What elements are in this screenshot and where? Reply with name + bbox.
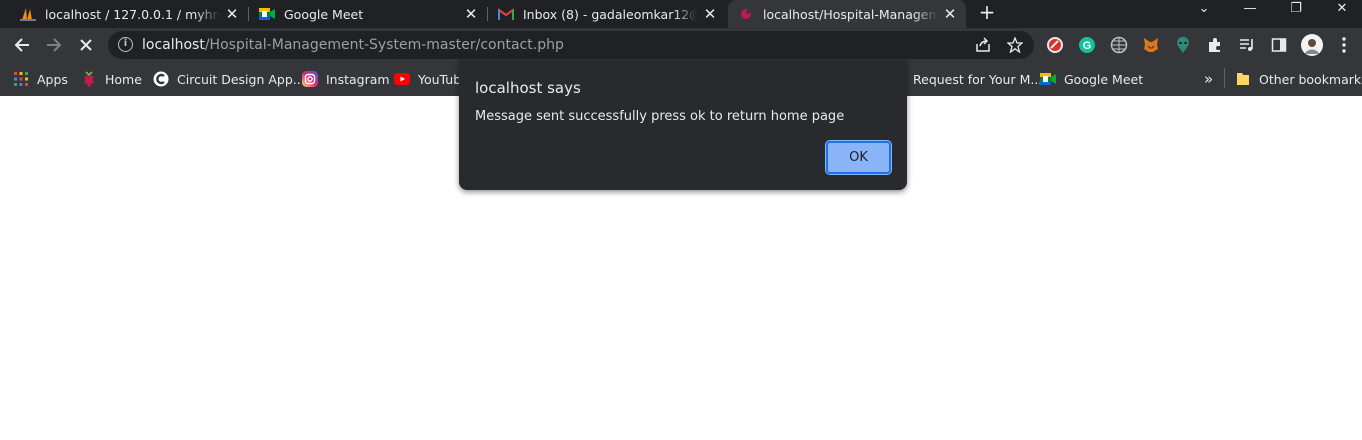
extensions-puzzle-icon[interactable]	[1205, 35, 1225, 55]
bookmark-label: Instagram	[326, 71, 390, 87]
bookmark-home[interactable]: Home	[81, 68, 142, 90]
forward-arrow-icon	[47, 38, 62, 52]
bookmark-instagram[interactable]: Instagram	[302, 68, 390, 90]
alert-dialog: localhost says Message sent successfully…	[459, 60, 907, 190]
back-button[interactable]	[9, 32, 35, 58]
raspberry-icon	[81, 71, 97, 87]
bookmark-google-meet[interactable]: Google Meet	[1040, 68, 1143, 90]
ok-button[interactable]: OK	[825, 140, 892, 175]
media-queue-icon[interactable]	[1237, 35, 1257, 55]
tab-gmail[interactable]: Inbox (8) - gadaleomkar12@gmail.com ✕	[488, 0, 726, 28]
bookmark-label: Request for Your M...	[913, 71, 1043, 87]
bookmark-circuit-design[interactable]: Circuit Design App...	[153, 68, 305, 90]
bookmark-label: Apps	[37, 71, 68, 87]
phpmyadmin-sail-icon	[20, 6, 36, 22]
tab-phpmyadmin[interactable]: localhost / 127.0.0.1 / myhmsdb / ... ✕	[10, 0, 248, 28]
grammarly-icon[interactable]: G	[1077, 35, 1097, 55]
dialog-message: Message sent successfully press ok to re…	[475, 109, 845, 124]
stop-x-icon	[80, 39, 92, 51]
bookmark-star-icon[interactable]	[1007, 37, 1023, 53]
close-tab-icon[interactable]: ✕	[942, 6, 958, 22]
site-info-icon[interactable]: i	[118, 37, 133, 52]
tab-title: Inbox (8) - gadaleomkar12@gmail.com	[523, 6, 698, 22]
bookmark-label: Circuit Design App...	[177, 71, 305, 87]
bookmarks-overflow-button[interactable]: »	[1204, 68, 1213, 90]
bookmark-label: Other bookmarks	[1259, 71, 1362, 87]
back-arrow-icon	[14, 38, 29, 52]
stop-loading-button[interactable]	[73, 32, 99, 58]
close-tab-icon[interactable]: ✕	[463, 6, 479, 22]
google-meet-icon	[259, 6, 275, 22]
restore-button[interactable]: ❐	[1273, 0, 1319, 28]
chrome-menu-icon[interactable]	[1334, 35, 1354, 55]
close-tab-icon[interactable]: ✕	[224, 6, 240, 22]
circuit-c-icon	[153, 71, 169, 87]
profile-avatar[interactable]	[1300, 33, 1324, 57]
close-window-button[interactable]: ✕	[1319, 0, 1362, 28]
instagram-icon	[302, 71, 318, 87]
svg-text:G: G	[1083, 40, 1092, 52]
tab-title: Google Meet	[284, 6, 364, 22]
browser-toolbar: i localhost/Hospital-Management-System-m…	[0, 28, 1362, 62]
tab-google-meet[interactable]: Google Meet ✕	[249, 0, 487, 28]
opera-extension-icon[interactable]	[1045, 35, 1065, 55]
alien-extension-icon[interactable]	[1173, 35, 1193, 55]
loading-dot-icon	[738, 6, 754, 22]
bookmark-apps[interactable]: Apps	[13, 68, 68, 90]
tab-title: localhost/Hospital-Management-System	[763, 6, 938, 22]
tab-hospital-contact[interactable]: localhost/Hospital-Management-System ✕	[728, 0, 966, 28]
tab-search-dropdown-icon[interactable]: ⌄	[1181, 0, 1227, 28]
tab-title: localhost / 127.0.0.1 / myhmsdb / ...	[45, 6, 220, 22]
share-icon[interactable]	[975, 37, 991, 53]
youtube-icon	[394, 71, 410, 87]
close-tab-icon[interactable]: ✕	[702, 6, 718, 22]
url-path: /Hospital-Management-System-master/conta…	[204, 37, 564, 53]
bookmark-label: Google Meet	[1064, 71, 1144, 87]
bookmark-label: Home	[105, 71, 142, 87]
metamask-fox-icon[interactable]	[1141, 35, 1161, 55]
dialog-title: localhost says	[475, 79, 581, 97]
side-panel-icon[interactable]	[1269, 35, 1289, 55]
address-bar[interactable]: i localhost/Hospital-Management-System-m…	[108, 31, 1034, 59]
other-bookmarks-folder[interactable]: Other bookmarks	[1235, 68, 1362, 90]
apps-grid-icon	[13, 71, 29, 87]
globe-extension-icon[interactable]	[1109, 35, 1129, 55]
bookmark-youtube[interactable]: YouTube	[394, 68, 469, 90]
gmail-icon	[498, 6, 514, 22]
forward-button[interactable]	[41, 32, 67, 58]
url-text[interactable]: localhost/Hospital-Management-System-mas…	[142, 37, 564, 53]
new-tab-button[interactable]: +	[975, 1, 999, 25]
google-meet-icon	[1040, 71, 1056, 87]
minimize-button[interactable]: —	[1227, 0, 1273, 28]
url-host: localhost	[142, 37, 205, 53]
folder-icon	[1235, 71, 1251, 87]
bookmark-request[interactable]: Request for Your M...	[913, 68, 1042, 90]
tab-strip: localhost / 127.0.0.1 / myhmsdb / ... ✕ …	[0, 0, 1362, 28]
bookmarks-divider	[1224, 68, 1225, 88]
